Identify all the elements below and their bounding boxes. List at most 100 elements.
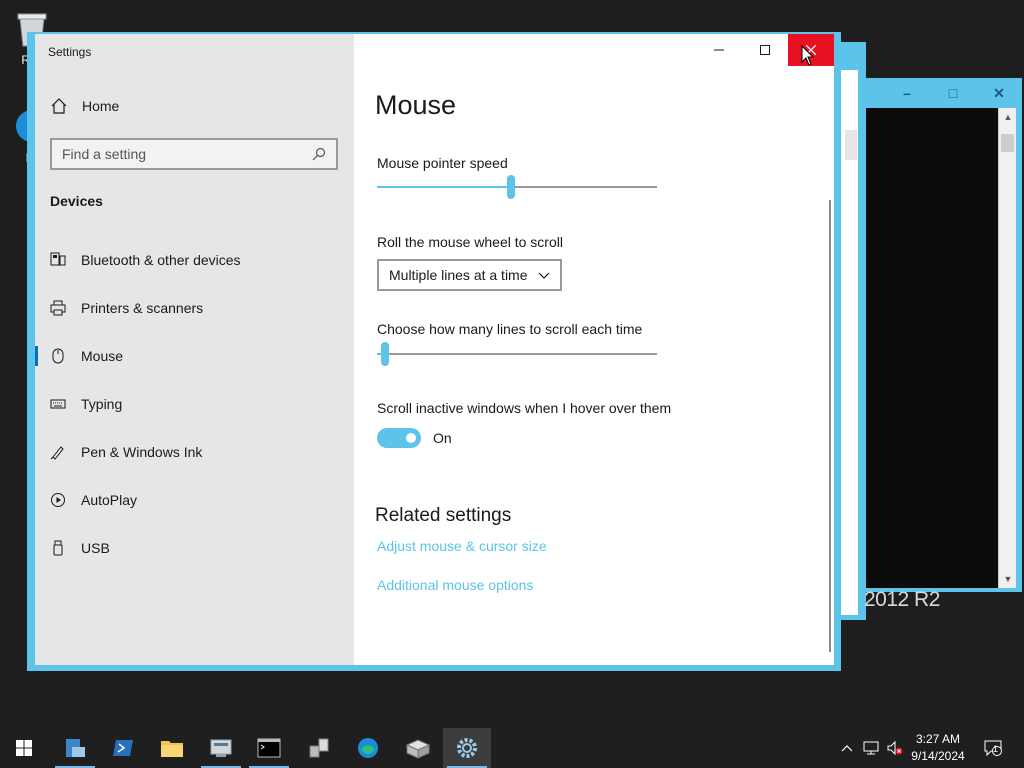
console-maximize-button[interactable]: □ bbox=[930, 78, 976, 108]
active-indicator bbox=[35, 346, 38, 366]
search-icon[interactable] bbox=[312, 147, 326, 161]
package-icon bbox=[405, 739, 431, 759]
search-input[interactable]: Find a setting bbox=[50, 138, 338, 170]
scroll-down-arrow-icon[interactable]: ▼ bbox=[999, 570, 1017, 588]
mouse-icon bbox=[50, 348, 66, 364]
maximize-button[interactable] bbox=[742, 34, 788, 66]
console-close-button[interactable]: ✕ bbox=[976, 78, 1022, 108]
background-window-content bbox=[838, 70, 858, 615]
taskbar-command-prompt[interactable] bbox=[245, 728, 293, 768]
pointer-speed-slider[interactable] bbox=[377, 175, 657, 199]
additional-mouse-options-link[interactable]: Additional mouse options bbox=[377, 577, 533, 593]
nav-label-printers: Printers & scanners bbox=[81, 300, 204, 316]
search-placeholder: Find a setting bbox=[62, 146, 147, 162]
taskbar-file-explorer[interactable] bbox=[51, 728, 99, 768]
edge-icon bbox=[358, 738, 378, 758]
pointer-speed-label: Mouse pointer speed bbox=[377, 155, 508, 171]
scroll-up-arrow-icon[interactable]: ▲ bbox=[999, 108, 1017, 126]
nav-item-bluetooth[interactable]: Bluetooth & other devices bbox=[35, 240, 354, 280]
desktop-watermark-text: 2012 R2 bbox=[864, 588, 940, 611]
slider-fill bbox=[377, 186, 511, 188]
slider-track[interactable] bbox=[377, 353, 657, 355]
command-prompt-icon bbox=[257, 738, 281, 758]
taskbar-clock[interactable]: 3:27 AM 9/14/2024 bbox=[904, 731, 972, 765]
keyboard-icon bbox=[50, 396, 66, 412]
taskbar-edge[interactable] bbox=[344, 728, 392, 768]
printer-icon bbox=[50, 300, 66, 316]
notification-count: 1 bbox=[993, 744, 999, 754]
main-pane-scrollbar[interactable] bbox=[829, 200, 831, 652]
nav-item-printers[interactable]: Printers & scanners bbox=[35, 288, 354, 328]
home-icon bbox=[51, 98, 67, 114]
nav-label-pen: Pen & Windows Ink bbox=[81, 444, 203, 460]
scroll-mode-dropdown[interactable]: Multiple lines at a time bbox=[377, 259, 562, 291]
page-title: Mouse bbox=[375, 90, 457, 120]
console-titlebar[interactable]: – □ ✕ bbox=[866, 78, 1022, 108]
nav-label-usb: USB bbox=[81, 540, 110, 556]
settings-gear-icon bbox=[457, 738, 477, 758]
chevron-up-icon bbox=[841, 745, 853, 752]
volume-button[interactable] bbox=[884, 728, 906, 768]
section-title: Devices bbox=[50, 193, 103, 209]
autoplay-icon bbox=[50, 492, 66, 508]
console-output-area[interactable] bbox=[866, 108, 998, 588]
mouse-cursor-icon bbox=[801, 45, 815, 66]
taskbar-network[interactable] bbox=[295, 728, 343, 768]
network-icon bbox=[309, 738, 329, 758]
network-status-button[interactable] bbox=[860, 728, 882, 768]
nav-label-autoplay: AutoPlay bbox=[81, 492, 138, 508]
minimize-button[interactable] bbox=[696, 34, 742, 66]
action-center-button[interactable]: 1 bbox=[980, 728, 1006, 768]
home-label: Home bbox=[82, 98, 120, 114]
app-title: Settings bbox=[48, 45, 92, 59]
windows-logo-icon bbox=[16, 740, 32, 756]
nav-item-autoplay[interactable]: AutoPlay bbox=[35, 480, 354, 520]
inactive-scroll-toggle[interactable] bbox=[377, 428, 421, 448]
nav-label-typing: Typing bbox=[81, 396, 123, 412]
taskbar-server-manager[interactable] bbox=[197, 728, 245, 768]
usb-icon bbox=[50, 540, 66, 556]
nav-label-mouse: Mouse bbox=[81, 348, 124, 364]
toggle-knob bbox=[406, 433, 416, 443]
slider-thumb[interactable] bbox=[381, 342, 389, 366]
scroll-mode-label: Roll the mouse wheel to scroll bbox=[377, 234, 563, 250]
pen-icon bbox=[50, 444, 66, 460]
console-minimize-button[interactable]: – bbox=[884, 78, 930, 108]
taskbar-package[interactable] bbox=[394, 728, 442, 768]
powershell-icon bbox=[113, 740, 133, 756]
console-scroll-thumb[interactable] bbox=[1001, 134, 1014, 152]
taskbar: 3:27 AM 9/14/2024 1 bbox=[0, 728, 1024, 768]
nav-item-mouse[interactable]: Mouse bbox=[35, 336, 354, 376]
bluetooth-devices-icon bbox=[50, 252, 66, 268]
nav-item-typing[interactable]: Typing bbox=[35, 384, 354, 424]
chevron-down-icon bbox=[538, 272, 550, 279]
clock-time: 3:27 AM bbox=[915, 732, 961, 746]
adjust-cursor-size-link[interactable]: Adjust mouse & cursor size bbox=[377, 538, 547, 554]
scroll-lines-label: Choose how many lines to scroll each tim… bbox=[377, 321, 643, 337]
nav-item-usb[interactable]: USB bbox=[35, 528, 354, 568]
nav-item-pen[interactable]: Pen & Windows Ink bbox=[35, 432, 354, 472]
console-scrollbar[interactable]: ▲ ▼ bbox=[998, 108, 1016, 588]
background-window[interactable] bbox=[838, 42, 866, 620]
taskbar-settings[interactable] bbox=[443, 728, 491, 768]
inactive-scroll-label: Scroll inactive windows when I hover ove… bbox=[377, 400, 672, 416]
background-window-scrollbar[interactable] bbox=[845, 130, 857, 160]
taskbar-folder[interactable] bbox=[148, 728, 196, 768]
related-settings-title: Related settings bbox=[375, 505, 512, 526]
nav-label-bluetooth: Bluetooth & other devices bbox=[81, 252, 241, 268]
console-window[interactable]: – □ ✕ ▲ ▼ bbox=[866, 78, 1022, 592]
start-button[interactable] bbox=[0, 728, 48, 768]
slider-thumb[interactable] bbox=[507, 175, 515, 199]
settings-sidebar: Settings Home Find a setting Devices Blu… bbox=[35, 34, 354, 665]
minimize-icon bbox=[714, 49, 724, 51]
file-explorer-icon bbox=[66, 739, 85, 757]
clock-date: 9/14/2024 bbox=[911, 749, 965, 763]
show-hidden-icons-button[interactable] bbox=[838, 728, 856, 768]
maximize-icon bbox=[760, 45, 770, 55]
inactive-scroll-state: On bbox=[433, 430, 452, 446]
taskbar-powershell[interactable] bbox=[99, 728, 147, 768]
home-nav-item[interactable]: Home bbox=[50, 97, 119, 115]
settings-window[interactable]: Settings Home Find a setting Devices Blu… bbox=[27, 32, 841, 671]
folder-icon bbox=[161, 741, 183, 757]
scroll-lines-slider[interactable] bbox=[377, 342, 657, 366]
